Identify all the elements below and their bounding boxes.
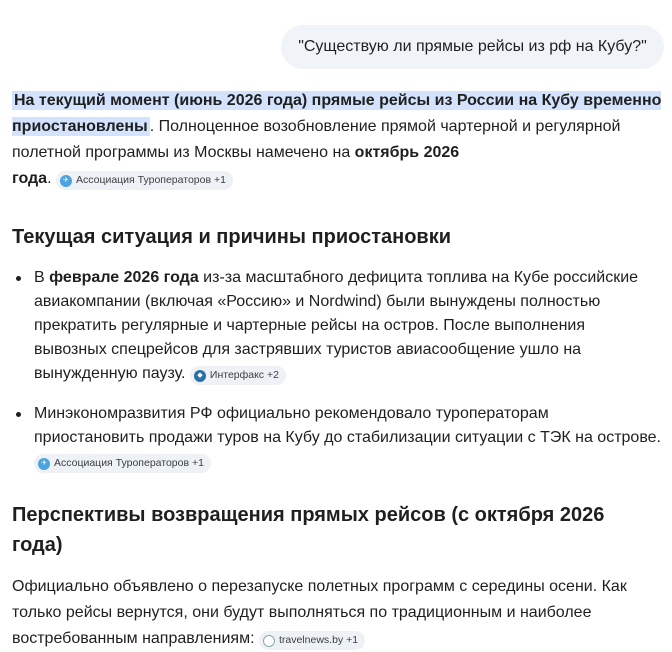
intro-text-2: . xyxy=(47,170,52,187)
item1-pre: В xyxy=(34,269,50,286)
source-chip-interfax-label: Интерфакс +2 xyxy=(209,369,279,381)
source-chip-interfax[interactable]: ◆ Интерфакс +2 xyxy=(189,366,286,385)
tour-operators-association-icon: ✈ xyxy=(38,457,50,470)
assistant-answer: На текущий момент (июнь 2026 года) прямы… xyxy=(12,88,662,652)
source-chip-ato[interactable]: ✈ Ассоциация Туроператоров +1 xyxy=(34,454,211,473)
user-query-text: "Существую ли прямые рейсы из рф на Кубу… xyxy=(298,38,647,55)
source-chip-ato-label: Ассоциация Туроператоров +1 xyxy=(54,457,204,469)
source-chip-intro-label: Ассоциация Туроператоров +1 xyxy=(75,174,226,186)
section2-heading: Перспективы возвращения прямых рейсов (с… xyxy=(12,504,605,556)
source-chip-travelnews-label: travelnews.by +1 xyxy=(278,634,359,646)
user-query-bubble: "Существую ли прямые рейсы из рф на Кубу… xyxy=(281,25,664,69)
section1-heading: Текущая ситуация и причины приостановки xyxy=(12,226,452,248)
intro-bold-date-b: года xyxy=(12,170,48,187)
list-item: Минэкономразвития РФ официально рекоменд… xyxy=(12,402,662,474)
travelnews-icon: ◎ xyxy=(262,634,275,647)
intro-bold-date-a: октябрь 2026 xyxy=(354,144,460,161)
section1-list: В феврале 2026 года из-за масштабного де… xyxy=(12,266,662,474)
intro-paragraph: На текущий момент (июнь 2026 года) прямы… xyxy=(12,88,662,192)
item2-text: Минэкономразвития РФ официально рекоменд… xyxy=(34,405,661,446)
item1-bold: феврале 2026 года xyxy=(49,269,199,286)
tour-operators-association-icon: ✈ xyxy=(59,174,72,187)
list-item: В феврале 2026 года из-за масштабного де… xyxy=(12,266,662,386)
interfax-icon: ◆ xyxy=(193,369,206,382)
source-chip-intro[interactable]: ✈ Ассоциация Туроператоров +1 xyxy=(55,171,233,190)
source-chip-travelnews[interactable]: ◎ travelnews.by +1 xyxy=(258,631,366,650)
section2-paragraph: Официально объявлено о перезапуске полет… xyxy=(12,574,662,652)
